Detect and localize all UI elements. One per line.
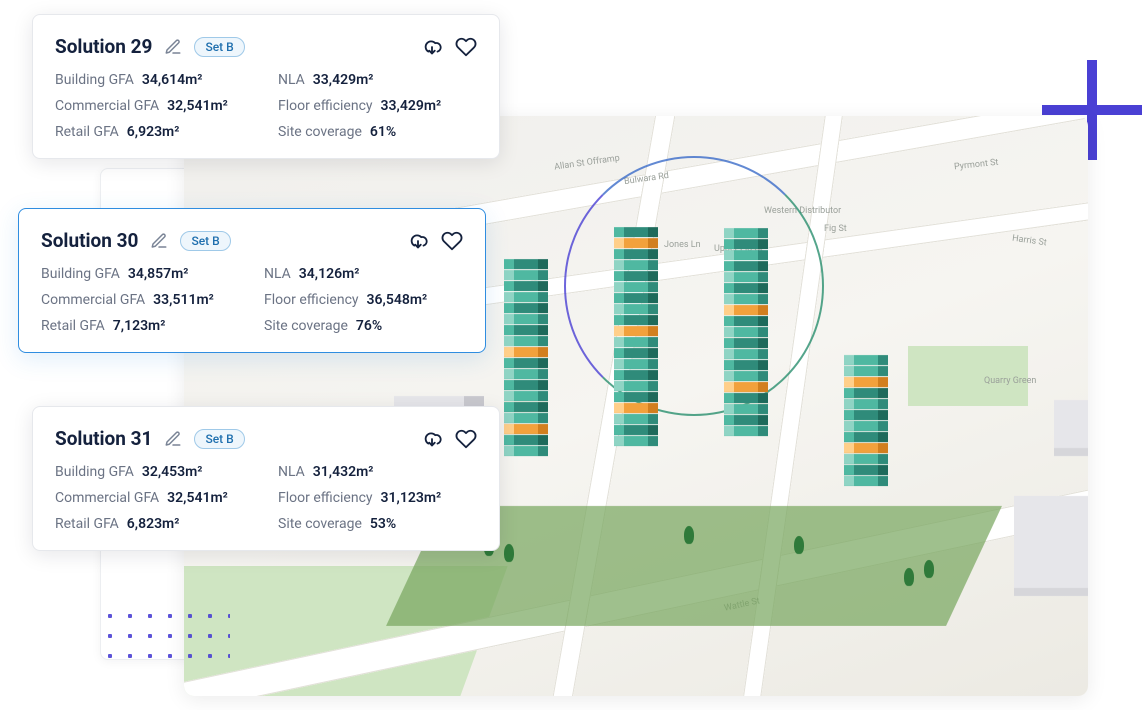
pencil-icon[interactable]	[162, 36, 184, 58]
heart-icon[interactable]	[455, 36, 477, 58]
metric-value: 34,126m²	[299, 266, 360, 282]
building-tower	[724, 236, 768, 436]
solution-card-30[interactable]: Solution 30 Set B Building GFA 34,857m² N…	[18, 208, 486, 353]
metric-label: Building GFA	[55, 72, 134, 88]
buildings-3d-cluster	[444, 246, 1004, 626]
building-tower	[614, 236, 658, 446]
metric-label: Building GFA	[55, 464, 134, 480]
solution-card-31[interactable]: Solution 31 Set B Building GFA 32,453m² N…	[32, 406, 500, 551]
download-cloud-icon[interactable]	[421, 428, 443, 450]
set-badge: Set B	[194, 429, 244, 449]
pencil-icon[interactable]	[162, 428, 184, 450]
metrics-grid: Building GFA 32,453m² NLA 31,432m² Commerc…	[55, 464, 477, 532]
decor-dot-grid	[100, 606, 230, 666]
metric-label: NLA	[278, 464, 305, 480]
solution-title: Solution 29	[55, 35, 152, 58]
metric-label: NLA	[278, 72, 305, 88]
solution-card-29[interactable]: Solution 29 Set B Building GFA 34,614m² N…	[32, 14, 500, 159]
metric-value: 33,511m²	[153, 292, 214, 308]
metric-value: 32,453m²	[142, 464, 203, 480]
download-cloud-icon[interactable]	[407, 230, 429, 252]
metric-value: 32,541m²	[167, 490, 228, 506]
metric-label: Retail GFA	[55, 516, 119, 532]
pencil-icon[interactable]	[148, 230, 170, 252]
metric-label: Commercial GFA	[41, 292, 145, 308]
metric-label: Site coverage	[264, 318, 348, 334]
metric-value: 31,432m²	[313, 464, 374, 480]
metric-label: Site coverage	[278, 124, 362, 140]
metric-value: 76%	[356, 318, 382, 334]
metric-value: 6,823m²	[127, 516, 180, 532]
set-badge: Set B	[180, 231, 230, 251]
metric-value: 34,857m²	[128, 266, 189, 282]
metrics-grid: Building GFA 34,857m² NLA 34,126m² Commerc…	[41, 266, 463, 334]
metric-value: 33,429m²	[381, 98, 442, 114]
metric-label: Site coverage	[278, 516, 362, 532]
metric-label: Commercial GFA	[55, 490, 159, 506]
metric-value: 33,429m²	[313, 72, 374, 88]
building-tower	[844, 356, 888, 486]
download-cloud-icon[interactable]	[421, 36, 443, 58]
metric-value: 31,123m²	[381, 490, 442, 506]
street-label: Fig St	[824, 224, 847, 234]
metric-label: Floor efficiency	[278, 98, 373, 114]
metric-label: Commercial GFA	[55, 98, 159, 114]
metric-label: Retail GFA	[55, 124, 119, 140]
heart-icon[interactable]	[455, 428, 477, 450]
metric-label: NLA	[264, 266, 291, 282]
set-badge: Set B	[194, 37, 244, 57]
metric-label: Floor efficiency	[264, 292, 359, 308]
metric-value: 6,923m²	[127, 124, 180, 140]
metric-label: Floor efficiency	[278, 490, 373, 506]
metric-label: Retail GFA	[41, 318, 105, 334]
metric-value: 53%	[370, 516, 396, 532]
heart-icon[interactable]	[441, 230, 463, 252]
metric-value: 61%	[370, 124, 396, 140]
solution-title: Solution 30	[41, 229, 138, 252]
building-tower	[504, 276, 548, 456]
metric-value: 34,614m²	[142, 72, 203, 88]
metric-label: Building GFA	[41, 266, 120, 282]
solution-title: Solution 31	[55, 427, 152, 450]
metric-value: 36,548m²	[367, 292, 428, 308]
metrics-grid: Building GFA 34,614m² NLA 33,429m² Commerc…	[55, 72, 477, 140]
metric-value: 32,541m²	[167, 98, 228, 114]
metric-value: 7,123m²	[113, 318, 166, 334]
